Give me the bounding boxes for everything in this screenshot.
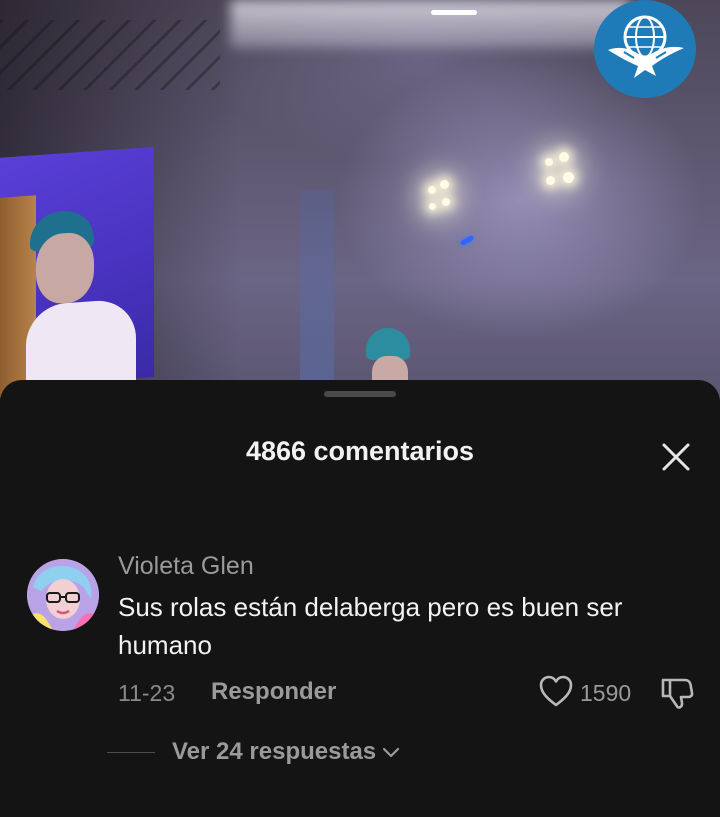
- stage-light: [545, 158, 553, 166]
- comments-sheet: 4866 comentarios Violeta Glen Sus rolas …: [0, 380, 720, 817]
- like-count: 1590: [580, 680, 632, 706]
- blue-stage-light: [459, 234, 475, 247]
- stage-video-screen: [0, 146, 154, 398]
- stage-light: [442, 198, 450, 206]
- avatar[interactable]: [27, 559, 99, 631]
- view-replies-label: Ver 24 respuestas: [172, 738, 377, 765]
- like-button[interactable]: [538, 674, 574, 708]
- stage-light: [440, 180, 449, 189]
- video-player[interactable]: [0, 0, 720, 400]
- thumbs-down-icon: [661, 678, 694, 709]
- reply-button[interactable]: Responder: [211, 678, 336, 706]
- close-button[interactable]: [656, 437, 696, 477]
- eagle-globe-logo-icon: [594, 0, 696, 98]
- replies-divider: [107, 752, 155, 753]
- dislike-button[interactable]: [658, 674, 696, 712]
- comments-count-title: 4866 comentarios: [245, 436, 475, 466]
- stage-light-glow: [230, 0, 630, 48]
- stage-truss: [0, 20, 220, 90]
- stage-light: [559, 152, 569, 162]
- stage-pillar: [300, 190, 334, 390]
- heart-icon: [539, 675, 573, 707]
- stage-light: [563, 172, 574, 183]
- comment-author[interactable]: Violeta Glen: [118, 552, 254, 581]
- top-handle-bar: [431, 10, 477, 15]
- stage-light: [428, 186, 436, 194]
- stage-light: [546, 176, 555, 185]
- screen-person-head: [36, 231, 94, 306]
- comment-text: Sus rolas están delaberga pero es buen s…: [118, 592, 623, 660]
- chevron-down-icon: [383, 747, 400, 758]
- close-icon: [662, 443, 690, 471]
- comment-date: 11-23: [118, 680, 176, 706]
- sheet-drag-handle[interactable]: [324, 391, 396, 397]
- view-replies-button[interactable]: Ver 24 respuestas: [172, 738, 400, 766]
- stage-light: [429, 203, 436, 210]
